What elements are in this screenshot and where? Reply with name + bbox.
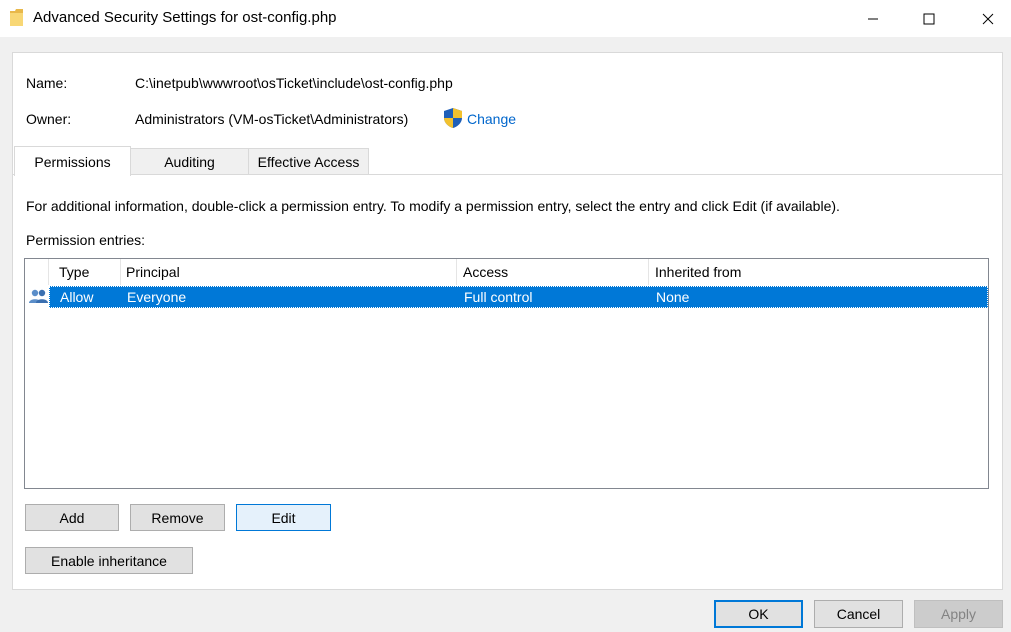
column-header-principal[interactable]: Principal [120, 259, 457, 285]
edit-button[interactable]: Edit [236, 504, 331, 531]
folder-icon [10, 9, 23, 26]
row-type: Allow [60, 289, 94, 305]
remove-button[interactable]: Remove [130, 504, 225, 531]
apply-button[interactable]: Apply [914, 600, 1003, 628]
column-header-access[interactable]: Access [457, 259, 649, 285]
tab-permissions-label: Permissions [34, 153, 111, 170]
permission-entries-label: Permission entries: [26, 232, 146, 248]
row-access: Full control [464, 289, 533, 305]
minimize-button[interactable] [850, 0, 896, 37]
name-label: Name: [26, 75, 68, 91]
row-inherited-from: None [656, 289, 690, 305]
tab-effective-access-label: Effective Access [257, 153, 360, 170]
tab-auditing-label: Auditing [164, 153, 215, 170]
change-owner-link[interactable]: Change [467, 111, 516, 127]
column-header-inherited-from[interactable]: Inherited from [649, 259, 988, 285]
tab-auditing[interactable]: Auditing [130, 148, 249, 174]
window-title: Advanced Security Settings for ost-confi… [33, 9, 337, 26]
uac-shield-icon [444, 108, 462, 128]
column-header-icon [25, 259, 49, 285]
ok-button[interactable]: OK [714, 600, 803, 628]
enable-inheritance-button[interactable]: Enable inheritance [25, 547, 193, 574]
minimize-icon [868, 18, 878, 19]
close-button[interactable] [965, 0, 1011, 37]
cancel-button[interactable]: Cancel [814, 600, 903, 628]
tab-effective-access[interactable]: Effective Access [248, 148, 369, 174]
maximize-icon [923, 13, 935, 24]
owner-value: Administrators (VM-osTicket\Administrato… [135, 111, 409, 127]
permission-row[interactable]: Allow Everyone Full control None [49, 286, 988, 308]
row-principal: Everyone [127, 289, 187, 305]
name-value: C:\inetpub\wwwroot\osTicket\include\ost-… [135, 75, 453, 91]
user-group-icon [29, 289, 48, 303]
column-header-type[interactable]: Type [53, 259, 121, 285]
list-header: Type Principal Access Inherited from [25, 259, 988, 285]
maximize-button[interactable] [906, 0, 952, 37]
tab-strip-divider [12, 174, 1002, 175]
permission-entries-list[interactable]: Type Principal Access Inherited from All… [24, 258, 989, 489]
info-text: For additional information, double-click… [26, 198, 840, 214]
title-bar[interactable]: Advanced Security Settings for ost-confi… [0, 0, 1011, 37]
owner-label: Owner: [26, 111, 72, 127]
add-button[interactable]: Add [25, 504, 119, 531]
close-icon [982, 13, 994, 24]
tab-permissions[interactable]: Permissions [14, 146, 131, 176]
